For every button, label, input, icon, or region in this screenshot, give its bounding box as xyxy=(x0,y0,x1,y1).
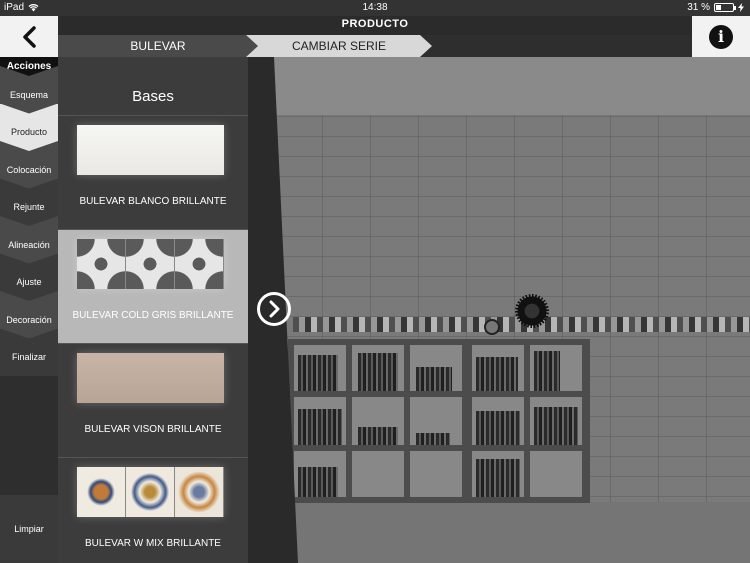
tile-name: BULEVAR VISON BRILLANTE xyxy=(84,424,222,435)
sidebar-item-label: Colocación xyxy=(6,164,52,175)
tile-thumbnail xyxy=(77,239,224,289)
battery-icon xyxy=(714,3,736,12)
wall-top xyxy=(274,57,750,115)
room-preview[interactable] xyxy=(248,57,750,563)
sidebar: Acciones Esquema Producto Colocación Rej… xyxy=(0,57,58,563)
product-panel: Bases BULEVAR BLANCO BRILLANTE BULEVAR C… xyxy=(58,57,248,563)
breadcrumb-change-series[interactable]: CAMBIAR SERIE xyxy=(246,35,432,57)
tile-card[interactable]: BULEVAR W MIX BRILLANTE xyxy=(58,457,248,563)
clear-button[interactable]: Limpiar xyxy=(0,495,58,563)
tile-name: BULEVAR COLD GRIS BRILLANTE xyxy=(72,310,234,321)
back-button[interactable] xyxy=(0,16,58,57)
sidebar-item-label: Ajuste xyxy=(16,277,42,288)
floor xyxy=(274,502,750,563)
tile-name: BULEVAR W MIX BRILLANTE xyxy=(85,538,221,549)
tile-thumbnail xyxy=(77,353,224,403)
page-title: PRODUCTO xyxy=(341,18,409,30)
tile-name: BULEVAR BLANCO BRILLANTE xyxy=(79,196,227,207)
panel-title: Bases xyxy=(58,57,248,115)
tile-thumbnail xyxy=(77,467,224,517)
info-button[interactable]: i xyxy=(692,16,750,57)
status-bar: iPad 14:38 31 % xyxy=(0,0,750,16)
sidebar-item-label: Alineación xyxy=(8,239,50,250)
bookshelf xyxy=(288,339,590,503)
tile-card[interactable]: BULEVAR VISON BRILLANTE xyxy=(58,343,248,457)
chevron-left-icon xyxy=(23,25,36,48)
decor-lamp xyxy=(515,294,549,328)
breadcrumb-series[interactable]: BULEVAR xyxy=(58,35,258,57)
header: PRODUCTO BULEVAR CAMBIAR SERIE xyxy=(58,16,692,57)
info-icon: i xyxy=(709,24,733,49)
decor-clock xyxy=(484,319,500,335)
status-time: 14:38 xyxy=(362,2,388,13)
sidebar-item-label: Rejunte xyxy=(13,202,45,213)
tile-thumbnail xyxy=(77,125,224,175)
next-button[interactable] xyxy=(257,292,291,326)
tile-card[interactable]: BULEVAR BLANCO BRILLANTE xyxy=(58,115,248,229)
sidebar-item-label: Decoración xyxy=(6,314,52,325)
sidebar-item-label: Esquema xyxy=(9,89,49,100)
breadcrumb: BULEVAR CAMBIAR SERIE xyxy=(58,35,692,57)
tile-card[interactable]: BULEVAR COLD GRIS BRILLANTE xyxy=(58,229,248,343)
sidebar-item-label: Finalizar xyxy=(11,352,46,363)
chevron-right-icon xyxy=(269,300,280,318)
bolt-icon xyxy=(738,3,744,12)
sidebar-item-label: Producto xyxy=(10,127,48,138)
battery-percent: 31 % xyxy=(687,2,710,13)
